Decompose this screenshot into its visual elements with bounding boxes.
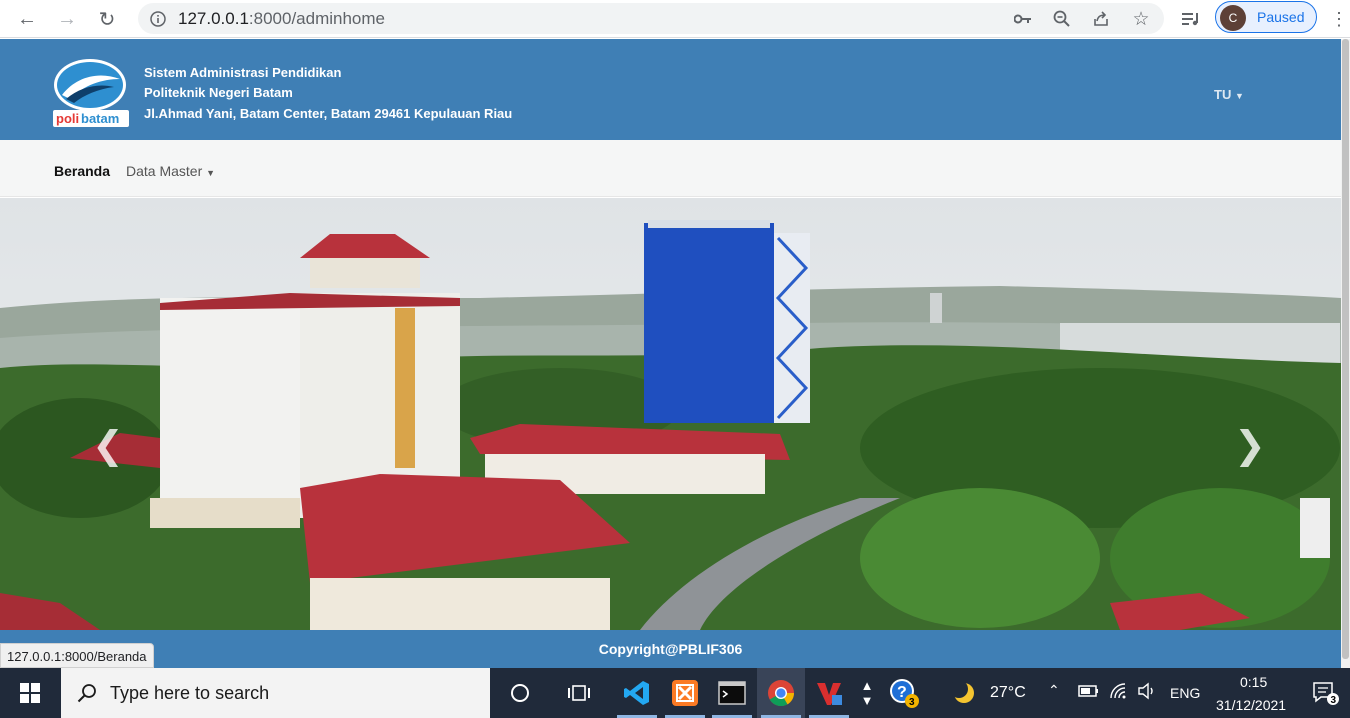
share-icon[interactable]: [1090, 8, 1112, 30]
language-indicator[interactable]: ENG: [1170, 685, 1200, 701]
tray-overflow-icon[interactable]: ⌃: [1048, 682, 1060, 699]
avatar: C: [1220, 5, 1246, 31]
polibatam-logo[interactable]: poli batam: [52, 57, 130, 127]
clock-time[interactable]: 0:15: [1240, 674, 1267, 690]
svg-text:?: ?: [897, 684, 907, 701]
volume-icon[interactable]: [1137, 682, 1157, 705]
url-text: 127.0.0.1:8000/adminhome: [178, 9, 385, 29]
browser-toolbar: ← → ↻ 127.0.0.1:8000/adminhome ☆ C Pause…: [0, 0, 1350, 38]
caret-down-icon: ▼: [1234, 91, 1244, 101]
user-dropdown[interactable]: TU ▼: [1214, 87, 1244, 102]
zoom-icon[interactable]: [1051, 8, 1073, 30]
forward-icon[interactable]: →: [53, 5, 81, 33]
app-v-icon[interactable]: [805, 668, 853, 718]
xampp-icon[interactable]: [661, 668, 709, 718]
address-bar[interactable]: 127.0.0.1:8000/adminhome ☆: [138, 3, 1164, 34]
weather-moon-icon[interactable]: [940, 668, 988, 718]
profile-button[interactable]: C Paused: [1215, 1, 1317, 33]
clock-date[interactable]: 31/12/2021: [1216, 697, 1286, 713]
taskbar-search[interactable]: Type here to search: [61, 668, 490, 718]
nav-beranda[interactable]: Beranda: [54, 163, 110, 179]
vscode-icon[interactable]: [613, 668, 661, 718]
header-subtitle: Politeknik Negeri Batam: [144, 85, 293, 100]
help-icon[interactable]: ? 3: [880, 668, 928, 718]
user-menu-label: TU: [1214, 87, 1232, 102]
campus-carousel: [0, 198, 1341, 630]
menu-kebab-icon[interactable]: ⋮: [1325, 5, 1350, 33]
campus-photo: [0, 198, 1341, 630]
nav-data-master[interactable]: Data Master ▼: [126, 163, 215, 179]
profile-status: Paused: [1257, 9, 1305, 25]
key-icon[interactable]: [1012, 8, 1034, 30]
link-status-bubble: 127.0.0.1:8000/Beranda: [0, 643, 154, 668]
bookmark-star-icon[interactable]: ☆: [1130, 8, 1152, 30]
task-view-icon[interactable]: [555, 668, 603, 718]
terminal-icon[interactable]: [708, 668, 756, 718]
caret-down-icon: ▼: [206, 168, 216, 178]
site-info-icon[interactable]: [147, 8, 169, 30]
start-button[interactable]: [0, 668, 60, 718]
header-title: Sistem Administrasi Pendidikan: [144, 65, 342, 80]
cortana-icon[interactable]: [496, 668, 544, 718]
header-address: Jl.Ahmad Yani, Batam Center, Batam 29461…: [144, 106, 513, 121]
url-path: :8000/adminhome: [248, 9, 385, 28]
back-icon[interactable]: ←: [13, 5, 41, 33]
carousel-prev-icon[interactable]: ❮: [92, 423, 124, 467]
url-host: 127.0.0.1: [178, 9, 249, 28]
reading-list-icon[interactable]: [1177, 5, 1205, 33]
help-badge: 3: [909, 697, 915, 708]
scrollbar-thumb[interactable]: [1342, 39, 1349, 659]
wifi-icon[interactable]: [1109, 682, 1127, 705]
search-placeholder: Type here to search: [110, 683, 270, 703]
search-icon: [77, 684, 96, 703]
copyright-text: Copyright@PBLIF306: [598, 641, 743, 657]
temperature[interactable]: 27°C: [990, 684, 1026, 702]
page-scrollbar[interactable]: [1341, 39, 1350, 668]
notification-count: 3: [1331, 695, 1337, 706]
reload-icon[interactable]: ↻: [93, 5, 121, 33]
carousel-next-icon[interactable]: ❯: [1234, 423, 1266, 467]
nav-data-master-label: Data Master: [126, 163, 203, 179]
taskbar-scroll-icon[interactable]: ▲ ▼: [856, 668, 878, 718]
logo-text-poli: poli: [56, 111, 79, 126]
logo-text-batam: batam: [81, 111, 119, 126]
battery-icon[interactable]: [1078, 684, 1100, 703]
notification-icon[interactable]: 3: [1300, 668, 1350, 718]
chrome-icon[interactable]: [757, 668, 805, 718]
windows-logo-icon: [20, 683, 40, 703]
